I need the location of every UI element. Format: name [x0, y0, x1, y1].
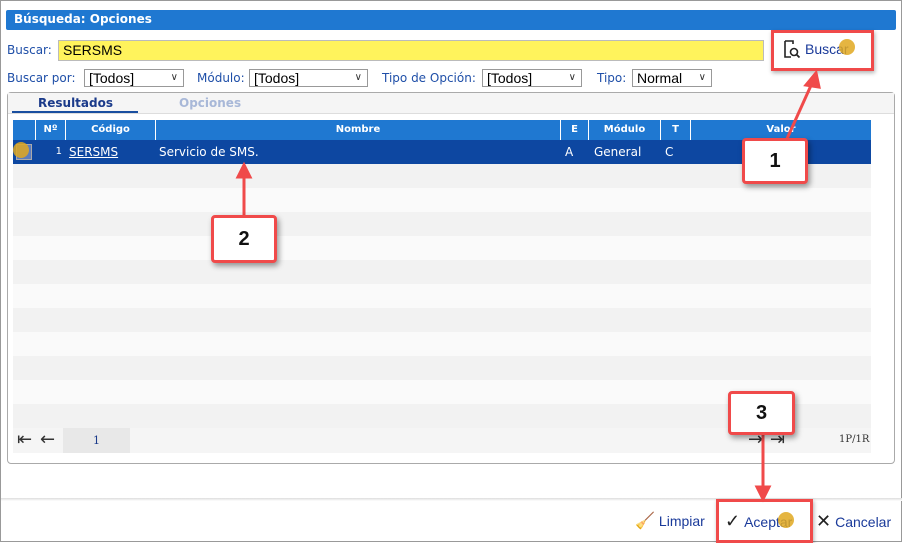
annotation-arrows — [235, 69, 821, 503]
annotation-3: 3 — [728, 391, 795, 435]
arrowhead-2 — [235, 161, 253, 179]
arrowhead-1 — [803, 69, 821, 89]
annotation-2: 2 — [211, 215, 277, 263]
arrow-1 — [784, 80, 815, 142]
arrowhead-3 — [754, 485, 772, 503]
annotation-1: 1 — [742, 138, 808, 184]
